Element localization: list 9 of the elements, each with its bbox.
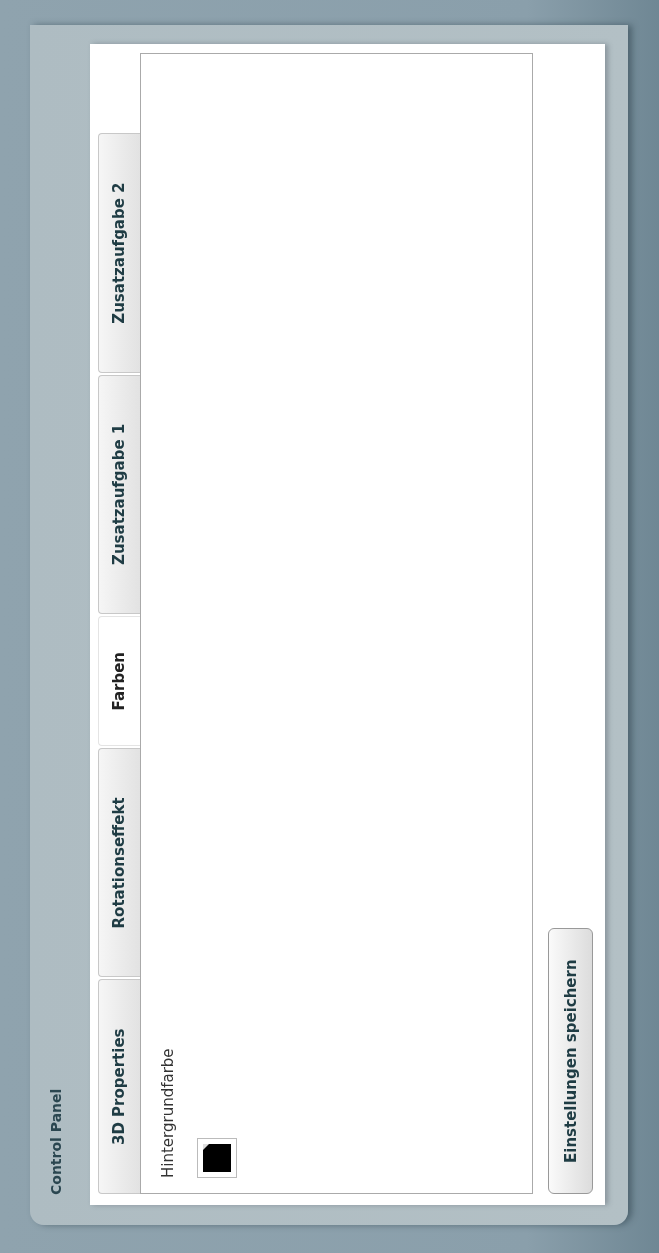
panel-title: Control Panel <box>48 1087 65 1197</box>
tab[interactable]: Rotationseffekt <box>98 748 140 978</box>
tab[interactable]: Zusatzaufgabe 2 <box>98 133 140 373</box>
color-picker[interactable] <box>197 1138 237 1178</box>
tab[interactable]: Zusatzaufgabe 1 <box>98 374 140 614</box>
save-button[interactable]: Einstellungen speichern <box>548 928 593 1194</box>
field-label: Hintergrundfarbe <box>159 1048 177 1178</box>
tab[interactable]: 3D Properties <box>98 979 140 1194</box>
tab[interactable]: Farben <box>98 615 140 747</box>
